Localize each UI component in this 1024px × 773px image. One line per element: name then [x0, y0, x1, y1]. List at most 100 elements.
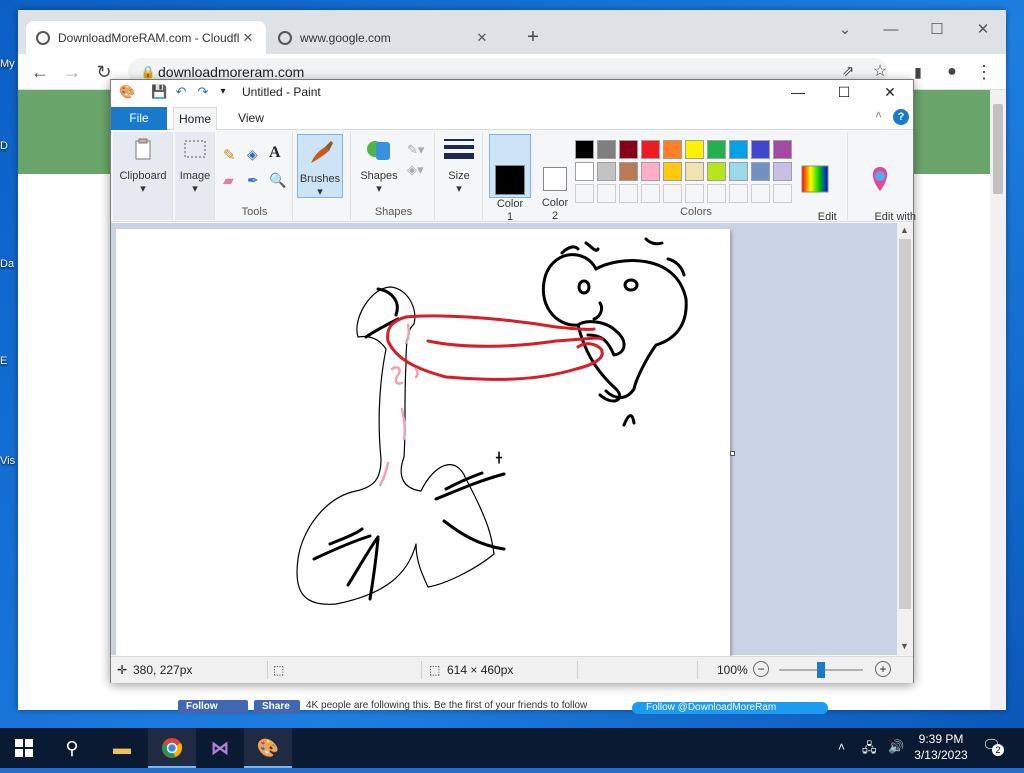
fill-icon[interactable]: ◈	[247, 146, 258, 163]
minimize-button[interactable]: —	[868, 16, 914, 44]
paint-taskbar-icon[interactable]: 🎨	[244, 728, 292, 768]
image-button[interactable]: Image ▾	[177, 136, 213, 196]
close-window-button[interactable]: ✕	[960, 16, 1006, 44]
color-swatch[interactable]	[641, 162, 660, 181]
canvas-scrollbar[interactable]: ▲ ▼	[897, 223, 913, 655]
color-swatch[interactable]	[597, 162, 616, 181]
notifications-icon[interactable]: 🗨 2	[982, 736, 1006, 760]
start-button[interactable]	[0, 728, 48, 768]
color-swatch[interactable]	[575, 162, 594, 181]
close-tab-icon[interactable]: ✕	[240, 30, 256, 46]
color-swatch[interactable]	[685, 162, 704, 181]
scroll-up-icon[interactable]: ▲	[900, 225, 909, 235]
custom-color-slot[interactable]	[685, 184, 704, 203]
custom-color-slot[interactable]	[575, 184, 594, 203]
color-swatch[interactable]	[707, 162, 726, 181]
color-swatch[interactable]	[663, 140, 682, 159]
tab-file[interactable]: File	[111, 107, 167, 130]
brushes-button[interactable]: Brushes ▾	[297, 134, 343, 198]
redo-icon[interactable]: ↷	[195, 84, 211, 100]
custom-color-slot[interactable]	[663, 184, 682, 203]
drawing-canvas[interactable]: ╋	[116, 229, 730, 657]
facebook-follow-button[interactable]: Follow	[178, 700, 248, 714]
color-swatch[interactable]	[773, 162, 792, 181]
paint-maximize-button[interactable]: ☐	[821, 80, 867, 104]
color-swatch[interactable]	[619, 140, 638, 159]
custom-color-slot[interactable]	[773, 184, 792, 203]
quick-access-dropdown-icon[interactable]: ▾	[215, 84, 231, 100]
color2-button[interactable]: Color 2	[535, 134, 575, 222]
color-swatch[interactable]	[751, 162, 770, 181]
desktop-icon-label[interactable]: E	[0, 355, 20, 367]
zoom-in-button[interactable]: +	[875, 661, 891, 677]
tab-view[interactable]: View	[231, 107, 271, 130]
collapse-ribbon-icon[interactable]: ˄	[875, 108, 882, 122]
undo-icon[interactable]: ↶	[173, 84, 189, 100]
outline-icon[interactable]: ✎▾	[407, 142, 424, 158]
close-tab-icon[interactable]: ✕	[474, 30, 490, 46]
custom-color-slot[interactable]	[707, 184, 726, 203]
tab-google[interactable]: www.google.com ✕	[268, 21, 500, 54]
chrome-taskbar-icon[interactable]	[148, 728, 196, 768]
tab-home[interactable]: Home	[173, 107, 217, 131]
fill-shape-icon[interactable]: ◈▾	[407, 162, 424, 178]
maximize-button[interactable]: ☐	[914, 16, 960, 44]
search-icon[interactable]: ⚲	[48, 728, 96, 768]
desktop-icon-label[interactable]: My	[0, 58, 20, 70]
menu-icon[interactable]: ⋮	[970, 58, 998, 86]
custom-color-slot[interactable]	[597, 184, 616, 203]
eraser-icon[interactable]: ▰	[223, 172, 234, 189]
visual-studio-icon[interactable]: ⋈	[196, 728, 244, 768]
color-swatch[interactable]	[597, 140, 616, 159]
color-swatch[interactable]	[773, 140, 792, 159]
custom-color-slot[interactable]	[751, 184, 770, 203]
back-icon[interactable]: ←	[26, 58, 54, 86]
tab-search-icon[interactable]: ⌄	[822, 16, 868, 44]
profile-icon[interactable]: ●	[938, 58, 966, 86]
color-swatch[interactable]	[751, 140, 770, 159]
twitter-follow-button[interactable]: Follow @DownloadMoreRam	[632, 702, 828, 714]
page-scrollbar[interactable]	[990, 90, 1006, 710]
forward-icon[interactable]: →	[58, 58, 86, 86]
clock[interactable]: 9:39 PM 3/13/2023	[906, 731, 976, 763]
shapes-button[interactable]: Shapes ▾	[355, 136, 403, 196]
file-explorer-icon[interactable]: ▬	[98, 728, 146, 768]
tab-downloadmoreram[interactable]: DownloadMoreRAM.com - Cloudflare ✕	[26, 21, 266, 54]
clipboard-button[interactable]: Clipboard ▾	[117, 136, 169, 196]
paint-app-icon[interactable]: 🎨	[119, 84, 135, 100]
scrollbar-thumb[interactable]	[899, 239, 911, 609]
color-swatch[interactable]	[619, 162, 638, 181]
show-hidden-icons[interactable]: ˄	[838, 740, 845, 754]
size-button[interactable]: Size ▾	[439, 136, 479, 196]
zoom-out-button[interactable]: −	[753, 661, 769, 677]
custom-color-slot[interactable]	[619, 184, 638, 203]
color-swatch[interactable]	[729, 162, 748, 181]
color-swatch[interactable]	[707, 140, 726, 159]
magnifier-icon[interactable]: 🔍	[269, 172, 286, 189]
paint-minimize-button[interactable]: —	[775, 80, 821, 104]
custom-color-slot[interactable]	[729, 184, 748, 203]
text-icon[interactable]: A	[269, 144, 281, 162]
desktop-icon-label[interactable]: D	[0, 140, 20, 152]
network-icon[interactable]: 🖧	[862, 739, 877, 761]
color1-button[interactable]: Color 1	[489, 134, 531, 223]
help-icon[interactable]: ?	[893, 109, 909, 125]
paint-close-button[interactable]: ✕	[867, 80, 913, 104]
color-swatch[interactable]	[641, 140, 660, 159]
color-swatch[interactable]	[575, 140, 594, 159]
scroll-down-icon[interactable]: ▼	[900, 641, 909, 651]
color-picker-icon[interactable]: ✒	[247, 172, 259, 189]
custom-color-slot[interactable]	[641, 184, 660, 203]
save-icon[interactable]: 💾	[151, 84, 167, 100]
scrollbar-thumb[interactable]	[993, 104, 1003, 194]
color-swatch[interactable]	[729, 140, 748, 159]
new-tab-button[interactable]: +	[520, 25, 546, 51]
color-swatch[interactable]	[663, 162, 682, 181]
desktop-icon-label[interactable]: Da	[0, 258, 20, 270]
pencil-icon[interactable]: ✎	[223, 146, 236, 164]
color-swatch[interactable]	[685, 140, 704, 159]
desktop-icon-label[interactable]: Vis	[0, 455, 20, 467]
volume-icon[interactable]: 🔊	[888, 739, 904, 755]
facebook-share-button[interactable]: Share	[254, 700, 300, 714]
resize-handle[interactable]	[730, 451, 735, 456]
